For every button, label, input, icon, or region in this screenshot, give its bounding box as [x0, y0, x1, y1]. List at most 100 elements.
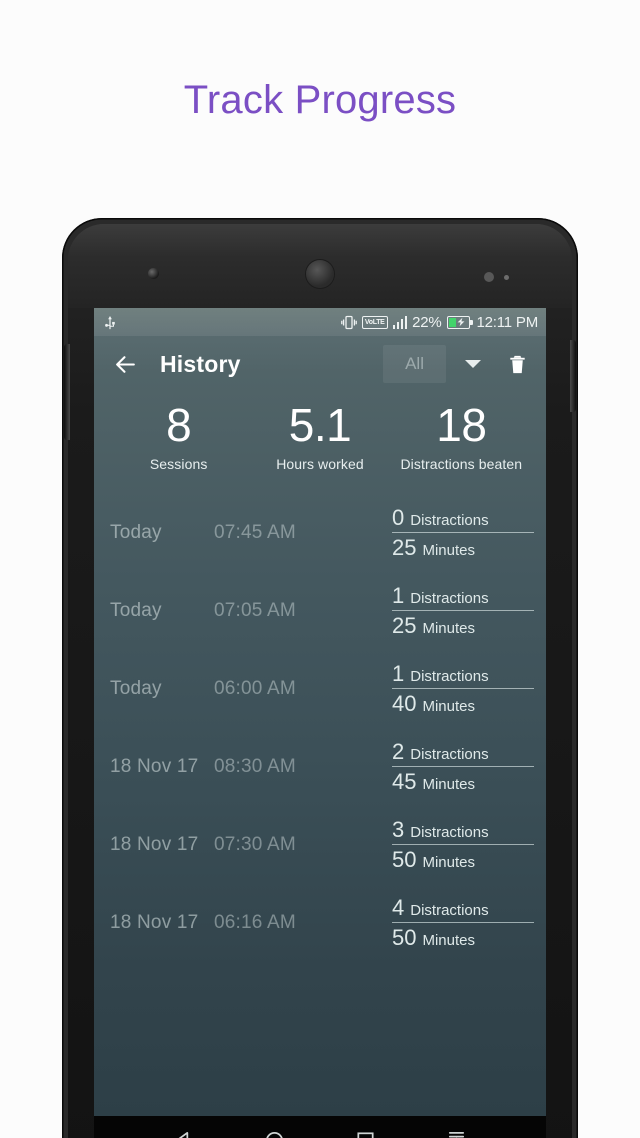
row-date: 18 Nov 17: [110, 912, 199, 933]
row-metrics: 4 Distractions 50 Minutes: [392, 894, 534, 951]
table-row[interactable]: 18 Nov 17 07:30 AM 3 Distractions 50 Min…: [94, 806, 546, 884]
stat-value: 5.1: [288, 399, 352, 451]
stat-label: Sessions: [149, 456, 208, 472]
row-minutes: 50 Minutes: [392, 845, 534, 872]
table-row[interactable]: Today 07:45 AM 0 Distractions 25 Minutes: [94, 494, 546, 572]
row-minutes: 40 Minutes: [392, 689, 534, 716]
front-camera-icon: [148, 268, 159, 279]
volume-rocker-button[interactable]: [64, 344, 70, 440]
row-left: Today 07:05 AM: [110, 600, 392, 622]
signal-bars-icon: [392, 315, 408, 329]
row-minutes-unit: Minutes: [422, 620, 476, 638]
stat-sessions: 8 Sessions: [108, 398, 249, 472]
row-date: 18 Nov 17: [110, 756, 199, 777]
row-minutes-unit: Minutes: [422, 542, 476, 560]
light-sensor-icon: [504, 275, 509, 280]
row-time: 07:05 AM: [214, 600, 296, 621]
nav-back-triangle-icon[interactable]: [171, 1127, 197, 1138]
battery-percent-label: 22%: [412, 313, 442, 331]
row-minutes-value: 50: [392, 847, 417, 873]
back-arrow-icon[interactable]: [108, 347, 142, 381]
row-minutes-value: 25: [392, 535, 417, 561]
trash-icon[interactable]: [500, 347, 534, 381]
phone-top-bezel: [68, 224, 572, 308]
table-row[interactable]: 18 Nov 17 08:30 AM 2 Distractions 45 Min…: [94, 728, 546, 806]
row-time: 06:16 AM: [214, 912, 296, 933]
phone-body: VoLTE 22% 12:11 PM History All 8 Session…: [64, 224, 576, 1138]
row-distractions-value: 2: [392, 738, 405, 764]
stat-distractions-beaten: 18 Distractions beaten: [391, 398, 532, 472]
row-minutes: 25 Minutes: [392, 611, 534, 638]
phone-screen: VoLTE 22% 12:11 PM History All 8 Session…: [94, 308, 546, 1116]
row-distractions-unit: Distractions: [410, 667, 489, 685]
stat-hours-worked: 5.1 Hours worked: [249, 398, 390, 472]
row-distractions-unit: Distractions: [410, 511, 489, 529]
row-minutes-unit: Minutes: [422, 854, 476, 872]
row-time: 07:45 AM: [214, 522, 296, 543]
row-date: Today: [110, 678, 162, 699]
row-time: 06:00 AM: [214, 678, 296, 699]
status-bar-left: [104, 315, 341, 330]
row-distractions: 0 Distractions: [392, 504, 534, 532]
stat-label: Hours worked: [276, 456, 364, 472]
app-bar-title: History: [160, 350, 241, 377]
row-distractions-unit: Distractions: [410, 823, 489, 841]
row-metrics: 1 Distractions 40 Minutes: [392, 660, 534, 717]
status-bar: VoLTE 22% 12:11 PM: [94, 308, 546, 336]
row-distractions-value: 1: [392, 582, 405, 608]
page-title: Track Progress: [183, 78, 457, 122]
row-minutes-value: 40: [392, 691, 417, 717]
stat-value: 8: [166, 399, 192, 451]
app-bar: History All: [94, 336, 546, 392]
row-left: 18 Nov 17 07:30 AM: [110, 834, 392, 856]
row-time: 08:30 AM: [214, 756, 296, 777]
row-distractions-unit: Distractions: [410, 589, 489, 607]
row-minutes: 45 Minutes: [392, 767, 534, 794]
row-distractions-value: 4: [392, 894, 405, 920]
row-distractions: 1 Distractions: [392, 582, 534, 610]
row-distractions-value: 1: [392, 660, 405, 686]
row-minutes-unit: Minutes: [422, 698, 476, 716]
row-distractions-unit: Distractions: [410, 745, 489, 763]
chevron-down-icon[interactable]: [456, 347, 490, 381]
row-left: 18 Nov 17 08:30 AM: [110, 756, 392, 778]
row-time: 07:30 AM: [214, 834, 296, 855]
row-minutes: 25 Minutes: [392, 533, 534, 560]
android-navigation-bar: [94, 1116, 546, 1138]
row-metrics: 1 Distractions 25 Minutes: [392, 582, 534, 639]
status-bar-clock: 12:11 PM: [476, 313, 539, 331]
stat-label: Distractions beaten: [400, 456, 523, 472]
nav-home-circle-icon[interactable]: [262, 1127, 288, 1138]
stat-value: 18: [436, 399, 487, 451]
row-distractions: 4 Distractions: [392, 894, 534, 922]
row-distractions-value: 3: [392, 816, 405, 842]
row-distractions-value: 0: [392, 504, 405, 530]
row-distractions: 2 Distractions: [392, 738, 534, 766]
vibrate-icon: [341, 315, 357, 330]
row-distractions: 3 Distractions: [392, 816, 534, 844]
row-minutes-value: 45: [392, 769, 417, 795]
table-row[interactable]: Today 07:05 AM 1 Distractions 25 Minutes: [94, 572, 546, 650]
history-list: Today 07:45 AM 0 Distractions 25 Minutes: [94, 490, 546, 962]
volte-badge: VoLTE: [361, 315, 388, 329]
row-minutes-unit: Minutes: [422, 932, 476, 950]
row-date: Today: [110, 522, 162, 543]
row-left: 18 Nov 17 06:16 AM: [110, 912, 392, 934]
row-distractions-unit: Distractions: [410, 901, 489, 919]
nav-recents-square-icon[interactable]: [353, 1127, 379, 1138]
table-row[interactable]: Today 06:00 AM 1 Distractions 40 Minutes: [94, 650, 546, 728]
table-row[interactable]: 18 Nov 17 06:16 AM 4 Distractions 50 Min…: [94, 884, 546, 962]
phone-device-frame: VoLTE 22% 12:11 PM History All 8 Session…: [62, 218, 578, 1138]
status-bar-right: VoLTE 22% 12:11 PM: [341, 314, 538, 331]
summary-stats: 8 Sessions 5.1 Hours worked 18 Distracti…: [94, 392, 546, 490]
row-metrics: 0 Distractions 25 Minutes: [392, 504, 534, 561]
row-minutes-value: 25: [392, 613, 417, 639]
usb-icon: [104, 315, 116, 330]
nav-hide-bar-icon[interactable]: [444, 1127, 470, 1138]
row-left: Today 06:00 AM: [110, 678, 392, 700]
power-button[interactable]: [570, 340, 576, 412]
row-metrics: 2 Distractions 45 Minutes: [392, 738, 534, 795]
filter-dropdown-button[interactable]: All: [383, 345, 446, 383]
row-metrics: 3 Distractions 50 Minutes: [392, 816, 534, 873]
earpiece-speaker-icon: [306, 260, 334, 288]
